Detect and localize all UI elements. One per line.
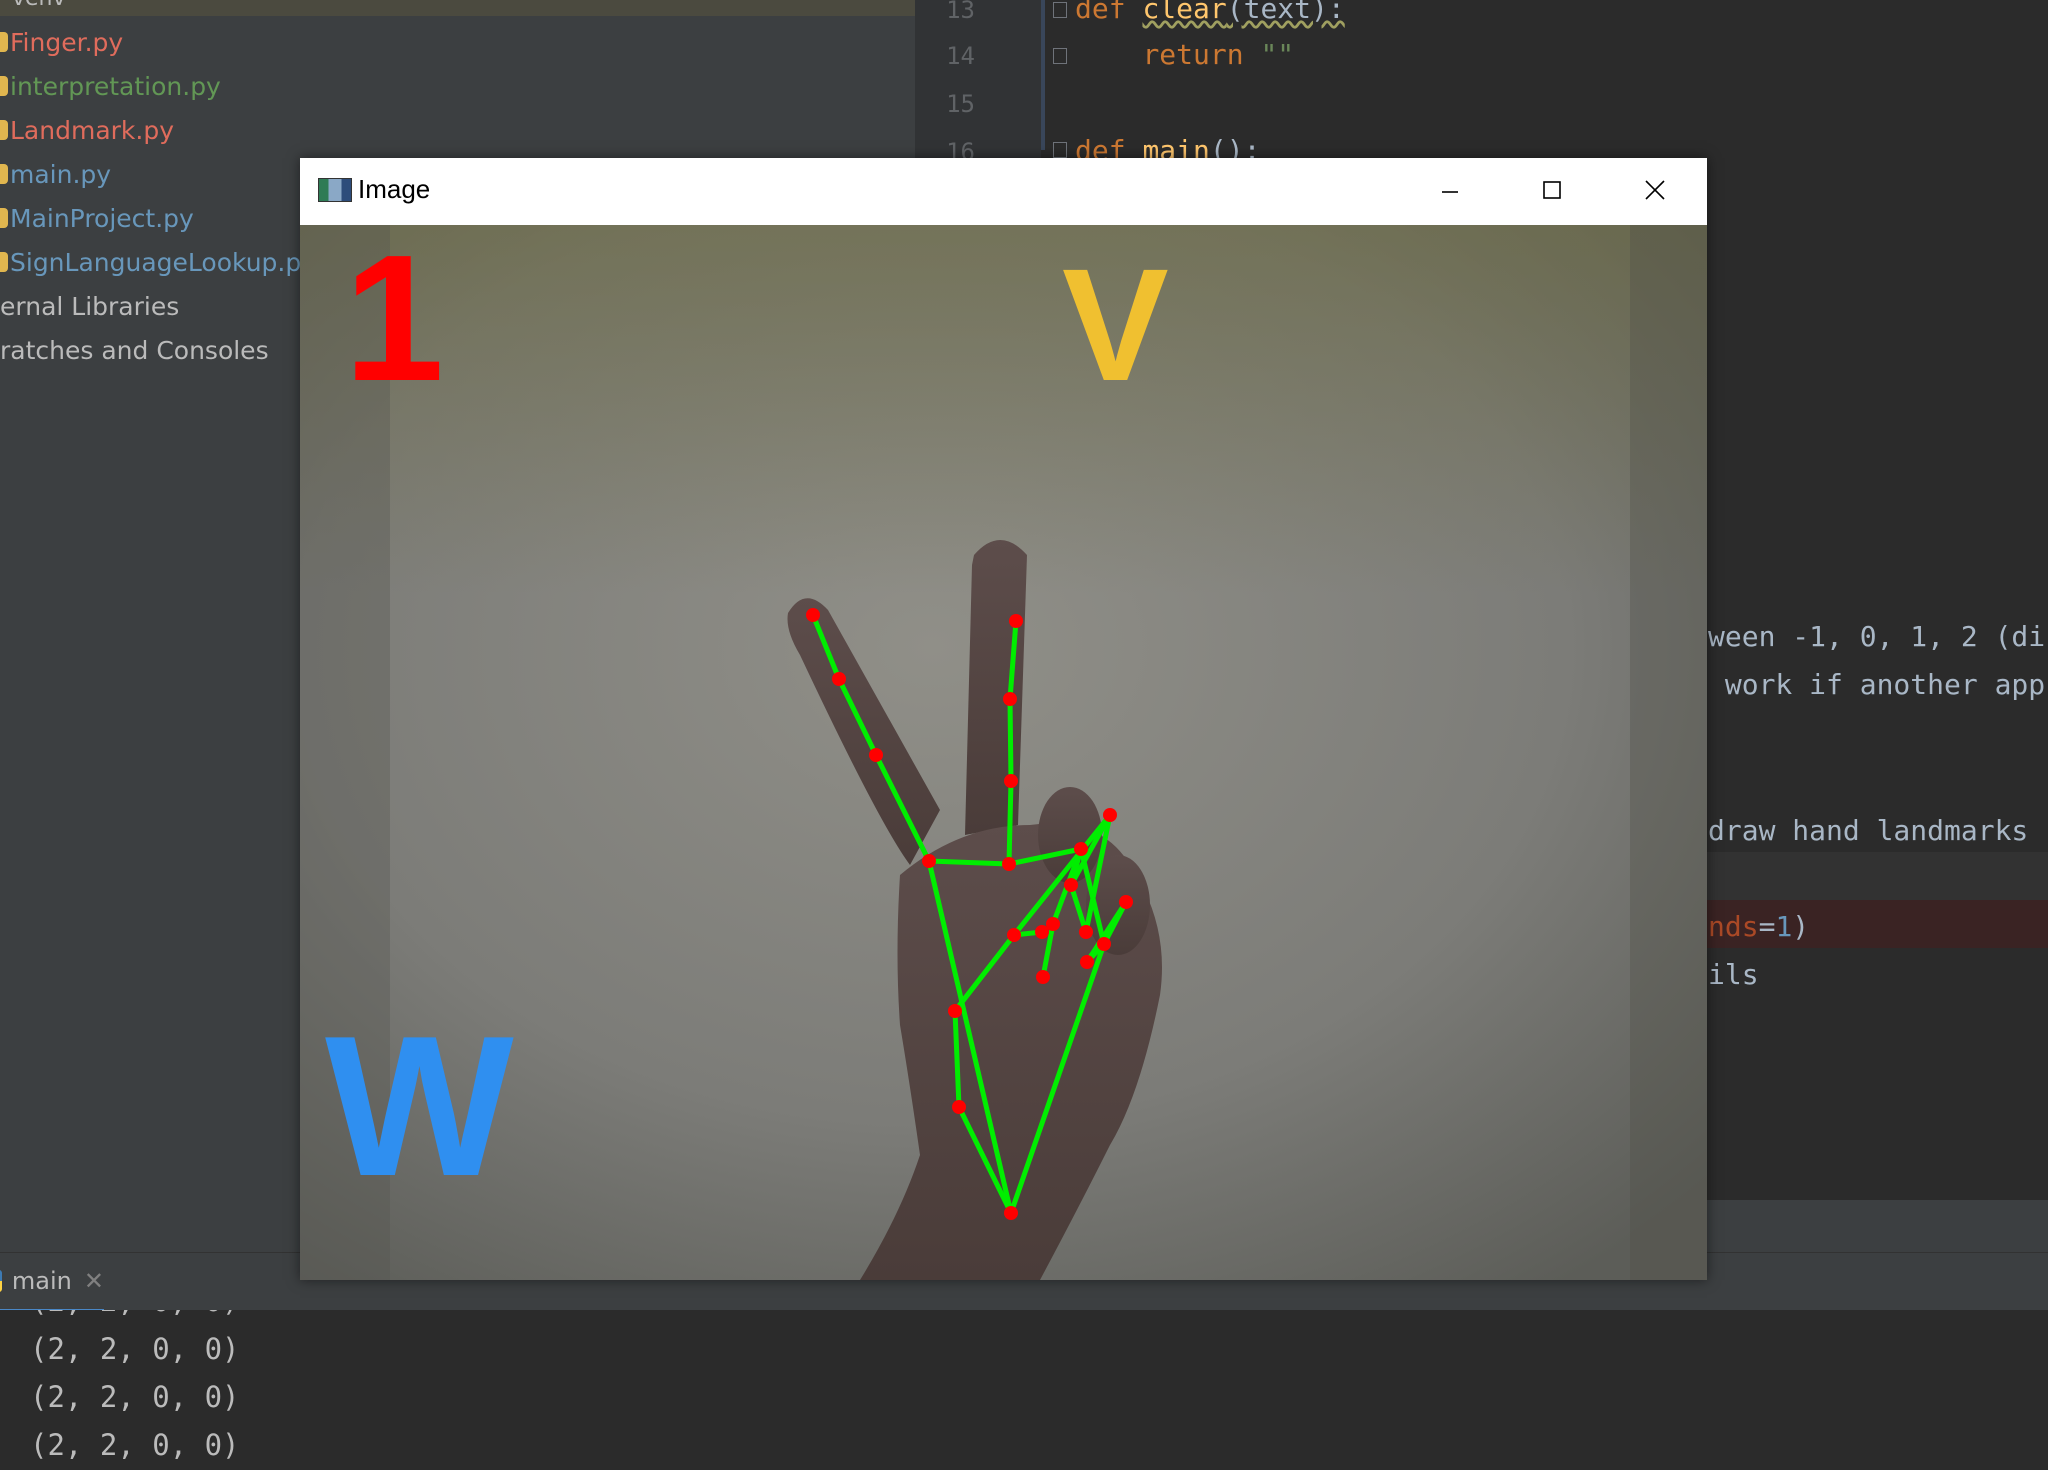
editor-status-strip (1706, 1200, 2048, 1252)
close-icon (1645, 180, 1665, 200)
code-fragment: nds=1) (1708, 910, 1809, 943)
tree-item-venv[interactable]: venv (0, 0, 915, 16)
operator: = (1758, 910, 1776, 943)
close-button[interactable] (1605, 158, 1705, 222)
detected-letter-label: V (1062, 235, 1169, 414)
code-line-13: def clear(text): (1075, 0, 1345, 25)
file-item-landmark[interactable]: Landmark.py (0, 110, 174, 150)
file-name: SignLanguageLookup.py (10, 247, 317, 277)
landmark-point (1103, 808, 1117, 822)
keyword: return (1142, 38, 1244, 71)
file-item-interpretation[interactable]: interpretation.py (0, 66, 221, 106)
landmark-point (1080, 955, 1094, 969)
file-name: MainProject.py (10, 203, 194, 233)
landmark-point (1097, 937, 1111, 951)
line-highlight (1706, 852, 2048, 900)
console-line: (2, 2, 0, 0) (30, 1310, 240, 1318)
tree-item-label: ernal Libraries (0, 291, 180, 321)
file-item-finger[interactable]: Finger.py (0, 22, 123, 62)
python-file-icon (0, 208, 8, 228)
minimize-icon (1442, 191, 1458, 193)
string-literal: "" (1260, 38, 1295, 71)
code-fragment: work if another app (1708, 668, 2046, 701)
right-shadow (1630, 225, 1707, 1280)
python-file-icon (0, 76, 8, 96)
landmark-point (1009, 614, 1023, 628)
line-number: 15 (946, 90, 975, 118)
landmark-point (1003, 692, 1017, 706)
landmark-point (948, 1004, 962, 1018)
landmark-connection (928, 858, 1010, 867)
landmark-point (1079, 925, 1093, 939)
file-name: Landmark.py (10, 115, 175, 145)
landmark-point (1074, 842, 1088, 856)
file-name: interpretation.py (10, 71, 221, 101)
landmark-point (952, 1100, 966, 1114)
python-file-icon (0, 252, 8, 272)
param-name: nds (1708, 910, 1759, 943)
app-icon (318, 178, 352, 202)
landmark-connection (1007, 698, 1014, 782)
code-text: (text): (1226, 0, 1345, 25)
code-text: ) (1792, 910, 1810, 943)
detected-count-label: 1 (344, 225, 444, 419)
landmark-point (1007, 928, 1021, 942)
run-console[interactable]: (2, 2, 0, 0) (2, 2, 0, 0) (2, 2, 0, 0) (… (0, 1310, 2048, 1470)
number-literal: 1 (1775, 910, 1793, 943)
close-icon[interactable]: ✕ (84, 1267, 104, 1295)
venv-label: venv (12, 0, 66, 11)
landmark-point (1119, 895, 1133, 909)
image-window[interactable]: Image 1 V W (300, 158, 1707, 1280)
file-item-mainproject[interactable]: MainProject.py (0, 198, 194, 238)
camera-image: 1 V W (300, 225, 1707, 1280)
console-line: (2, 2, 0, 0) (30, 1428, 240, 1462)
fold-icon[interactable] (1053, 142, 1067, 158)
line-number: 14 (946, 42, 975, 70)
gutter-highlight (1041, 0, 1045, 150)
camera-frame: 1 V W (300, 225, 1707, 1280)
landmark-point (1004, 774, 1018, 788)
landmark-point (806, 608, 820, 622)
file-item-signlanguagelookup[interactable]: SignLanguageLookup.py (0, 242, 316, 282)
window-title: Image (358, 174, 431, 204)
code-fragment: ween -1, 0, 1, 2 (di (1708, 620, 2046, 653)
keyword: def (1075, 0, 1126, 25)
file-name: main.py (10, 159, 112, 189)
maximize-icon (1543, 181, 1561, 199)
code-fragment: ils (1708, 958, 1759, 991)
console-line: (2, 2, 0, 0) (30, 1332, 240, 1366)
file-name: Finger.py (10, 27, 124, 57)
file-item-main[interactable]: main.py (0, 154, 111, 194)
run-tab-label: main (11, 1267, 72, 1295)
landmark-point (1036, 970, 1050, 984)
tree-item-external-libraries[interactable]: ernal Libraries (0, 286, 179, 326)
function-name: clear (1142, 0, 1227, 25)
python-icon (0, 1270, 2, 1292)
landmark-point (1064, 878, 1078, 892)
line-number: 13 (946, 0, 975, 24)
minimize-button[interactable] (1400, 158, 1500, 222)
tree-item-scratches[interactable]: ratches and Consoles (0, 330, 269, 370)
maximize-button[interactable] (1502, 158, 1602, 222)
landmark-point (922, 854, 936, 868)
landmark-point (869, 748, 883, 762)
tree-item-label: ratches and Consoles (0, 335, 269, 365)
landmark-point (1002, 857, 1016, 871)
landmark-point (832, 672, 846, 686)
code-line-14: return "" (1075, 38, 1294, 71)
console-line: (2, 2, 0, 0) (30, 1380, 240, 1414)
fold-icon[interactable] (1053, 2, 1067, 18)
middle-finger (965, 540, 1027, 835)
code-fragment: draw hand landmarks (1708, 814, 2029, 847)
python-file-icon (0, 32, 8, 52)
python-file-icon (0, 164, 8, 184)
landmark-connection (1006, 780, 1014, 865)
fold-icon[interactable] (1053, 48, 1067, 64)
landmark-point (1004, 1206, 1018, 1220)
run-tab-main[interactable]: main ✕ (0, 1253, 104, 1313)
window-titlebar[interactable]: Image (300, 158, 1707, 225)
landmark-point (1046, 917, 1060, 931)
candidate-letter-label: W (325, 995, 514, 1218)
python-file-icon (0, 120, 8, 140)
